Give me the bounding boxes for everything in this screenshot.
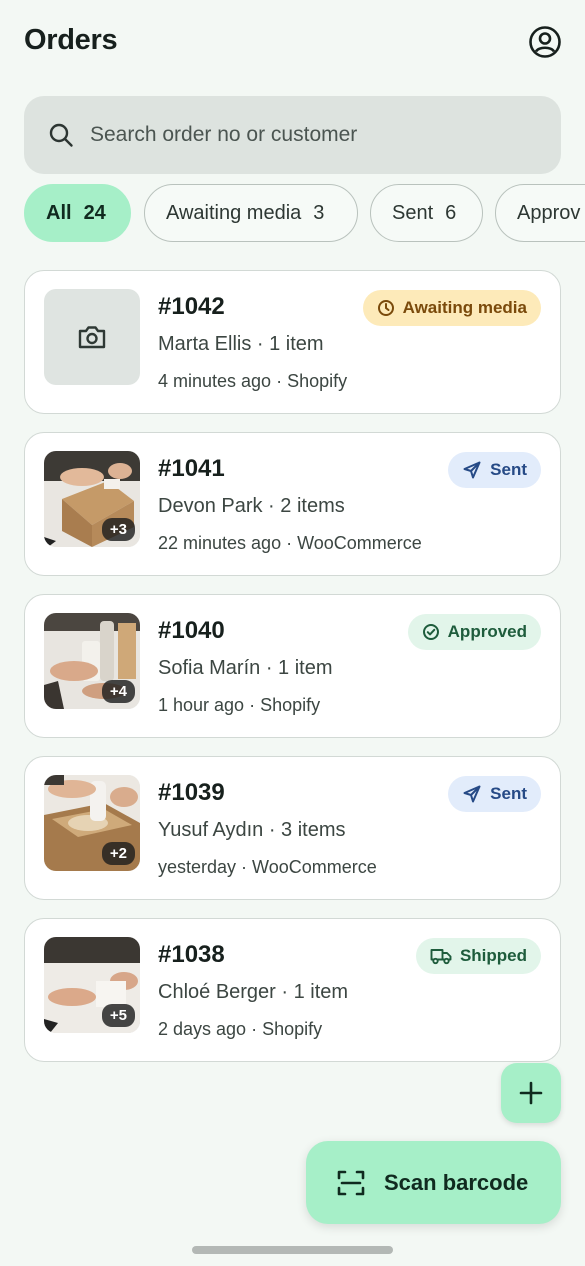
page-title: Orders <box>24 24 118 56</box>
order-card[interactable]: +3 #1041 Devon Park · 2 items 22 minutes… <box>24 432 561 576</box>
order-number: #1040 <box>158 617 225 644</box>
media-placeholder <box>44 289 140 385</box>
order-thumbnail: +4 <box>44 613 140 709</box>
truck-icon <box>430 949 452 965</box>
home-indicator <box>192 1246 393 1254</box>
filter-chip-label: Awaiting media <box>166 201 302 224</box>
check-circle-icon <box>422 624 439 640</box>
thumbnail-count-badge: +4 <box>101 680 135 703</box>
search-bar <box>24 96 561 174</box>
order-customer: Marta Ellis · 1 item <box>158 333 324 355</box>
filter-chip-count: 6 <box>445 201 457 224</box>
filter-chip-count: 3 <box>313 201 325 224</box>
order-thumbnail: +3 <box>44 451 140 547</box>
camera-icon <box>78 326 106 349</box>
filter-chip-all[interactable]: All 24 <box>24 184 131 242</box>
status-badge: Approved <box>407 614 541 650</box>
order-number: #1038 <box>158 941 225 968</box>
thumbnail-count-badge: +3 <box>101 518 135 541</box>
scan-barcode-label: Scan barcode <box>384 1169 529 1195</box>
plus-icon <box>519 1081 543 1105</box>
order-customer: Sofia Marín · 1 item <box>158 657 333 679</box>
order-meta: yesterday · WooCommerce <box>158 857 377 877</box>
order-number: #1042 <box>158 293 225 320</box>
order-meta: 22 minutes ago · WooCommerce <box>158 533 422 553</box>
order-card[interactable]: #1042 Marta Ellis · 1 item 4 minutes ago… <box>24 270 561 414</box>
order-customer: Chloé Berger · 1 item <box>158 981 349 1003</box>
order-card[interactable]: +5 #1038 Chloé Berger · 1 item 2 days ag… <box>24 918 561 1062</box>
order-thumbnail: +2 <box>44 775 140 871</box>
order-number: #1041 <box>158 455 225 482</box>
thumbnail-count-badge: +2 <box>101 842 135 865</box>
filter-chips: All 24 Awaiting media 3 Sent 6 Approv <box>24 184 585 242</box>
search-input[interactable] <box>90 96 540 174</box>
status-label: Shipped <box>459 946 527 965</box>
filter-chip-approved[interactable]: Approv <box>495 184 585 242</box>
status-badge: Shipped <box>415 938 541 974</box>
order-customer: Devon Park · 2 items <box>158 495 345 517</box>
thumbnail-count-badge: +5 <box>101 1004 135 1027</box>
filter-chip-sent[interactable]: Sent 6 <box>370 184 483 242</box>
filter-chip-awaiting-media[interactable]: Awaiting media 3 <box>144 184 358 242</box>
filter-chip-label: Sent <box>392 201 434 224</box>
app-header: Orders <box>0 0 585 90</box>
profile-button[interactable] <box>527 24 563 60</box>
status-label: Awaiting media <box>402 298 527 317</box>
order-meta: 4 minutes ago · Shopify <box>158 371 348 391</box>
order-card[interactable]: +2 #1039 Yusuf Aydın · 3 items yesterday… <box>24 756 561 900</box>
scan-barcode-button[interactable]: Scan barcode <box>306 1141 561 1224</box>
order-meta: 1 hour ago · Shopify <box>158 695 321 715</box>
order-thumbnail: +5 <box>44 937 140 1033</box>
filter-chip-label: Approv <box>517 201 581 224</box>
clock-icon <box>377 300 394 316</box>
add-order-button[interactable] <box>501 1063 561 1123</box>
search-icon <box>49 123 73 147</box>
filter-chip-count: 24 <box>83 201 106 224</box>
status-label: Sent <box>490 784 527 803</box>
status-label: Approved <box>447 622 527 641</box>
order-meta: 2 days ago · Shopify <box>158 1019 323 1039</box>
status-badge: Sent <box>448 776 541 812</box>
order-number: #1039 <box>158 779 225 806</box>
send-icon <box>463 785 481 803</box>
status-badge: Awaiting media <box>362 290 541 326</box>
account-circle-icon <box>529 26 561 58</box>
order-card[interactable]: +4 #1040 Sofia Marín · 1 item 1 hour ago… <box>24 594 561 738</box>
filter-chip-label: All <box>46 201 72 224</box>
scan-icon <box>337 1170 365 1195</box>
status-badge: Sent <box>448 452 541 488</box>
status-label: Sent <box>490 460 527 479</box>
order-customer: Yusuf Aydın · 3 items <box>158 819 346 841</box>
send-icon <box>463 461 481 479</box>
